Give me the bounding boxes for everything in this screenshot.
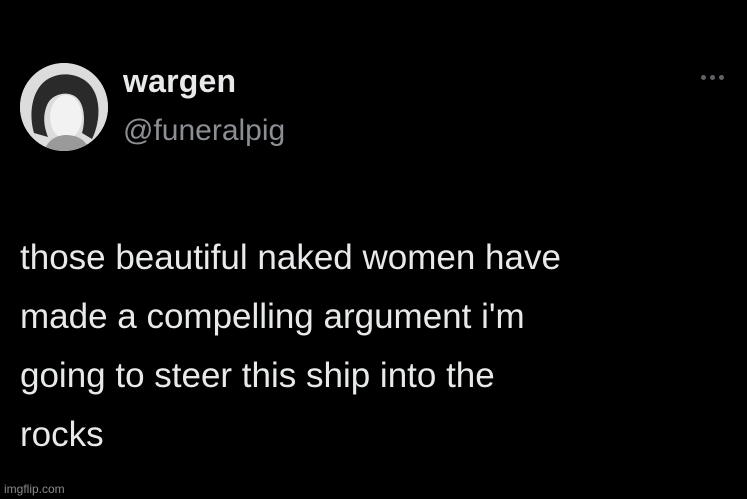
display-name[interactable]: wargen bbox=[123, 63, 236, 100]
ellipsis-dot bbox=[700, 74, 706, 80]
tweet-text: those beautiful naked women have made a … bbox=[20, 238, 561, 454]
ellipsis-icon[interactable] bbox=[694, 62, 730, 92]
profile-avatar[interactable] bbox=[20, 63, 108, 151]
tweet-card: wargen @funeralpig those beautiful naked… bbox=[0, 0, 747, 499]
avatar-image bbox=[20, 63, 108, 151]
user-handle[interactable]: @funeralpig bbox=[123, 114, 285, 148]
watermark: imgflip.com bbox=[4, 482, 65, 496]
ellipsis-dot bbox=[709, 74, 715, 80]
ellipsis-dot bbox=[718, 74, 724, 80]
